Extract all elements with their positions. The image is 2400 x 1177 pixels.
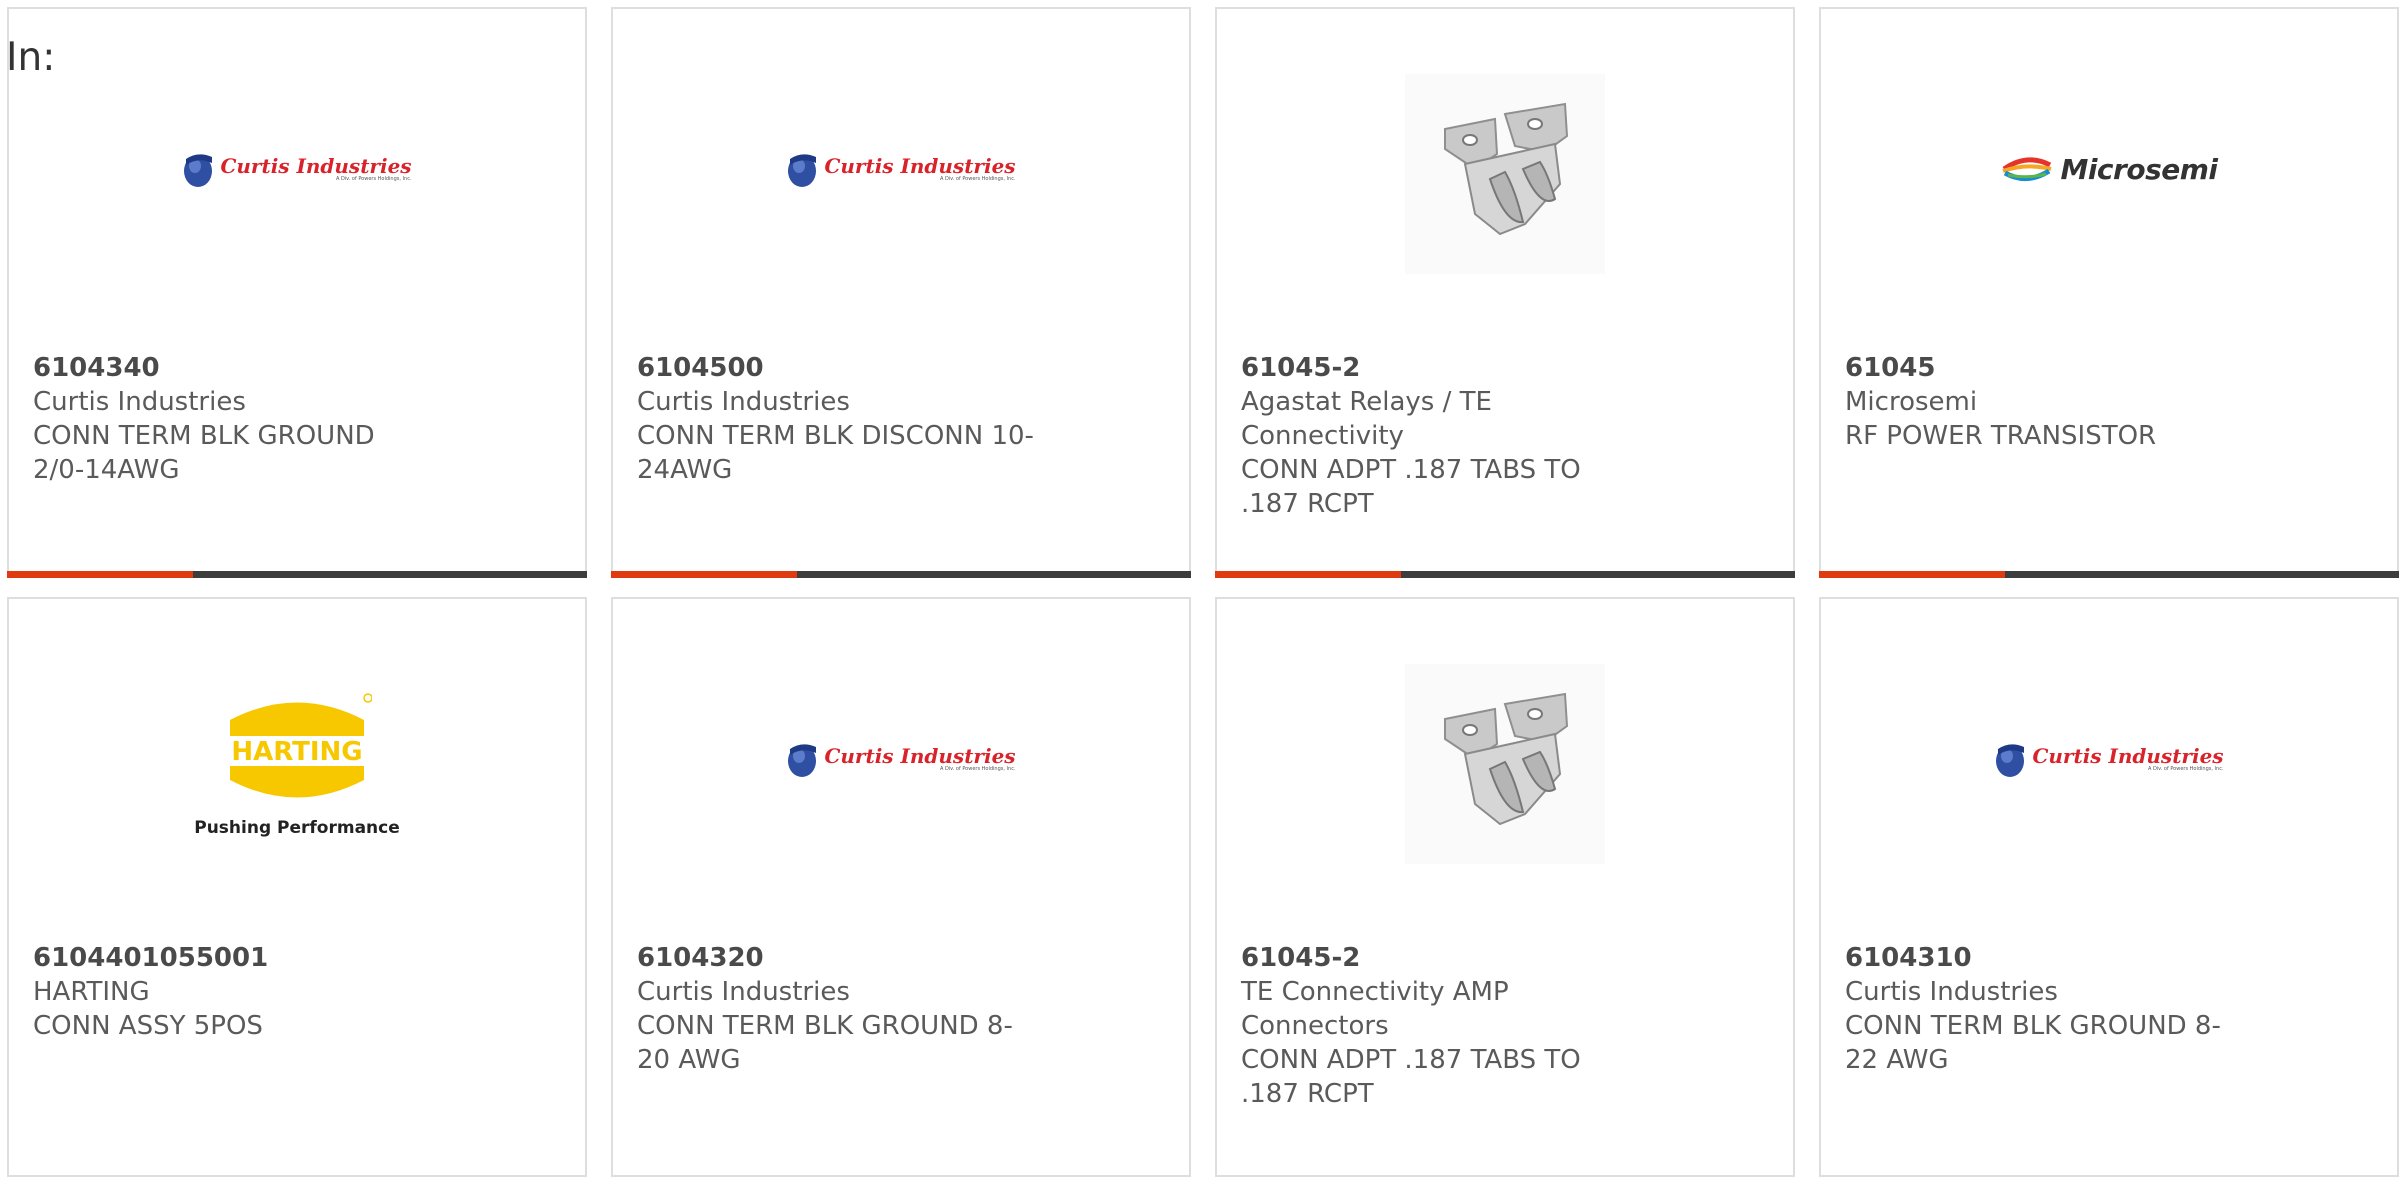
product-card[interactable]: HARTING Pushing Performance 610440105500… [7, 597, 587, 1177]
manufacturer: Curtis Industries [637, 977, 850, 1007]
curtis-globe-icon [788, 154, 817, 187]
logo-tagline: Pushing Performance [194, 818, 400, 838]
part-number[interactable]: 6104500 [637, 351, 1037, 385]
curtis-industries-logo: Curtis Industries A Div. of Powers Holdi… [786, 149, 1016, 189]
product-image [1217, 9, 1793, 339]
description: RF POWER TRANSISTOR [1845, 421, 2157, 451]
logo-text: Microsemi [2060, 152, 2218, 186]
progress-bar [1215, 571, 1795, 578]
product-image: HARTING Pushing Performance [9, 599, 585, 929]
progress-fill [1819, 571, 2005, 578]
logo-text: Curtis Industries [824, 743, 1016, 768]
product-image: Curtis Industries A Div. of Powers Holdi… [1821, 599, 2397, 929]
logo-text: Curtis Industries [2032, 743, 2224, 768]
progress-bar [7, 571, 587, 578]
connector-adapter-photo [1405, 74, 1605, 274]
progress-fill [1215, 571, 1401, 578]
manufacturer: Curtis Industries [1845, 977, 2058, 1007]
product-grid: Curtis Industries A Div. of Powers Holdi… [0, 0, 2400, 1177]
part-number[interactable]: 61045-2 [1241, 941, 1641, 975]
manufacturer: HARTING [33, 977, 150, 1007]
product-card[interactable]: Curtis Industries A Div. of Powers Holdi… [1819, 597, 2399, 1177]
curtis-industries-logo: Curtis Industries A Div. of Powers Holdi… [182, 149, 412, 189]
part-number[interactable]: 61045-2 [1241, 351, 1641, 385]
curtis-industries-logo: Curtis Industries A Div. of Powers Holdi… [786, 739, 1016, 779]
description: CONN TERM BLK GROUND 2/0-14AWG [33, 421, 375, 485]
description: CONN TERM BLK DISCONN 10-24AWG [637, 421, 1034, 485]
microsemi-swirl-icon [2002, 157, 2052, 181]
progress-fill [611, 571, 797, 578]
description: CONN ADPT .187 TABS TO .187 RCPT [1241, 1045, 1581, 1109]
harting-emblem-icon: HARTING [222, 693, 372, 798]
part-number[interactable]: 61045 [1845, 351, 2245, 385]
product-card[interactable]: 61045-2 Agastat Relays / TE Connectivity… [1215, 7, 1795, 578]
connector-adapter-photo [1405, 664, 1605, 864]
manufacturer: Curtis Industries [33, 387, 246, 417]
harting-logo: HARTING Pushing Performance [194, 690, 400, 838]
curtis-globe-icon [1996, 744, 2025, 777]
logo-subtext: A Div. of Powers Holdings, Inc. [2147, 765, 2224, 772]
microsemi-logo: Microsemi [2000, 152, 2218, 186]
part-number[interactable]: 6104310 [1845, 941, 2245, 975]
logo-subtext: A Div. of Powers Holdings, Inc. [939, 175, 1016, 182]
product-card[interactable]: Curtis Industries A Div. of Powers Holdi… [7, 7, 587, 578]
curtis-globe-icon [788, 744, 817, 777]
part-number[interactable]: 6104320 [637, 941, 1037, 975]
product-image: Microsemi [1821, 9, 2397, 339]
manufacturer: Microsemi [1845, 387, 1978, 417]
curtis-industries-logo: Curtis Industries A Div. of Powers Holdi… [1994, 739, 2224, 779]
product-image: Curtis Industries A Div. of Powers Holdi… [613, 599, 1189, 929]
manufacturer: Agastat Relays / TE Connectivity [1241, 387, 1492, 451]
product-card[interactable]: Microsemi 61045 Microsemi RF POWER TRANS… [1819, 7, 2399, 578]
product-image: Curtis Industries A Div. of Powers Holdi… [613, 9, 1189, 339]
progress-bar [1819, 571, 2399, 578]
part-number[interactable]: 6104340 [33, 351, 433, 385]
svg-text:HARTING: HARTING [231, 737, 362, 767]
curtis-globe-icon [184, 154, 213, 187]
part-number[interactable]: 6104401055001 [33, 941, 433, 975]
manufacturer: TE Connectivity AMP Connectors [1241, 977, 1509, 1041]
logo-subtext: A Div. of Powers Holdings, Inc. [335, 175, 412, 182]
product-card[interactable]: 61045-2 TE Connectivity AMP Connectors C… [1215, 597, 1795, 1177]
logo-text: Curtis Industries [824, 153, 1016, 178]
manufacturer: Curtis Industries [637, 387, 850, 417]
product-card[interactable]: Curtis Industries A Div. of Powers Holdi… [611, 7, 1191, 578]
description: CONN ASSY 5POS [33, 1011, 263, 1041]
filter-in-label: In: [6, 35, 56, 80]
logo-text: Curtis Industries [220, 153, 412, 178]
product-image [1217, 599, 1793, 929]
description: CONN TERM BLK GROUND 8-22 AWG [1845, 1011, 2221, 1075]
description: CONN ADPT .187 TABS TO .187 RCPT [1241, 455, 1581, 519]
product-image: Curtis Industries A Div. of Powers Holdi… [9, 9, 585, 339]
product-card[interactable]: Curtis Industries A Div. of Powers Holdi… [611, 597, 1191, 1177]
progress-bar [611, 571, 1191, 578]
description: CONN TERM BLK GROUND 8-20 AWG [637, 1011, 1013, 1075]
progress-fill [7, 571, 193, 578]
logo-subtext: A Div. of Powers Holdings, Inc. [939, 765, 1016, 772]
